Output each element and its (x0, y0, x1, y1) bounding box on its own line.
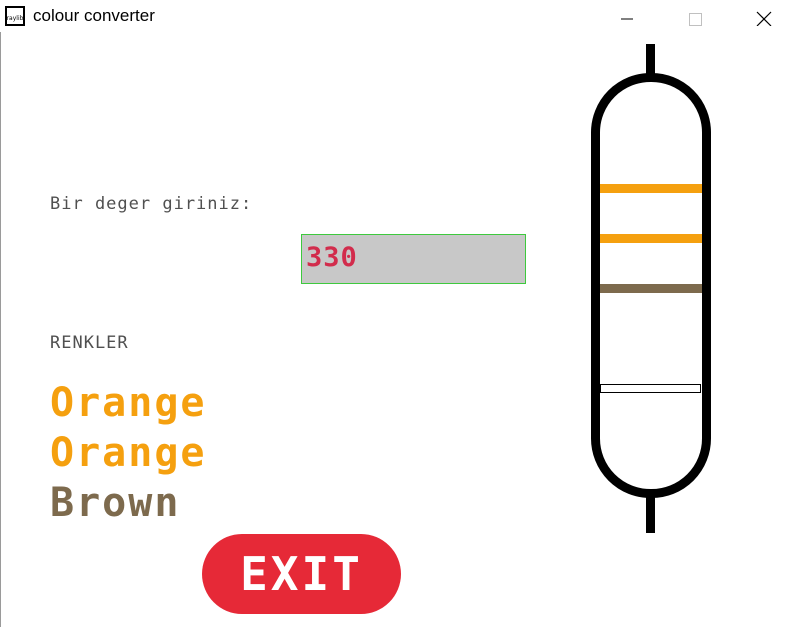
window-title: colour converter (33, 6, 155, 25)
minimize-icon (621, 18, 633, 20)
exit-button-label: EXIT (240, 547, 363, 601)
window-left-border (0, 32, 1, 627)
resistor-lead-bottom (646, 493, 655, 533)
resistor-drawing (591, 44, 711, 533)
close-button[interactable] (742, 0, 788, 32)
minimize-button[interactable] (604, 0, 650, 32)
value-input[interactable]: 330 (301, 234, 526, 284)
close-icon (756, 11, 772, 26)
maximize-button[interactable] (673, 0, 719, 32)
band-color-name-1: Orange (50, 380, 207, 426)
title-bar: raylib colour converter (0, 0, 799, 32)
app-icon-text: raylib (6, 15, 24, 22)
resistor-band-1 (600, 184, 702, 193)
resistor-band-2 (600, 234, 702, 243)
input-prompt-label: Bir deger giriniz: (50, 194, 253, 214)
value-input-text: 330 (306, 242, 358, 273)
exit-button[interactable]: EXIT (202, 534, 401, 614)
band-color-name-2: Orange (50, 430, 207, 476)
resistor-band-tolerance (600, 384, 701, 393)
resistor-band-3 (600, 284, 702, 293)
colors-heading: RENKLER (50, 333, 129, 353)
maximize-icon (689, 13, 702, 26)
band-color-name-3: Brown (50, 480, 181, 526)
raylib-app-icon: raylib (5, 6, 25, 26)
